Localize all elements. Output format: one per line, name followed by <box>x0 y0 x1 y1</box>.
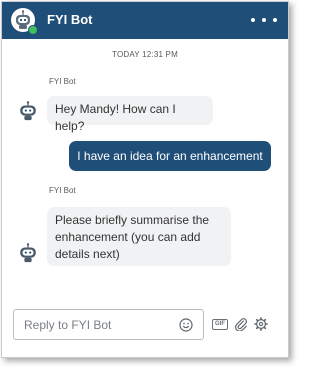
online-status-dot <box>28 25 38 35</box>
user-message-bubble: I have an idea for an enhancement <box>69 141 271 171</box>
message-text-line: details next) <box>55 247 120 261</box>
robot-icon <box>20 101 36 121</box>
chat-header: FYI Bot <box>2 2 288 39</box>
bot-message-bubble: Please briefly summarise the enhancement… <box>47 207 231 266</box>
message-sender: FYI Bot <box>49 186 76 195</box>
more-options-button[interactable] <box>251 12 277 28</box>
message-text-line: Please briefly summarise the <box>55 213 210 227</box>
message-sender: FYI Bot <box>49 77 76 86</box>
message-timestamp: TODAY 12:31 PM <box>112 50 178 59</box>
bot-message-bubble: Hey Mandy! How can I help? <box>47 96 213 133</box>
gif-button[interactable]: GIF <box>212 319 228 330</box>
message-text: I have an idea for an enhancement <box>77 149 263 163</box>
message-text: Hey Mandy! How can I help? <box>55 102 176 133</box>
emoji-icon[interactable] <box>179 318 193 332</box>
chat-title: FYI Bot <box>47 12 93 27</box>
robot-icon <box>20 243 36 263</box>
chat-window: FYI Bot TODAY 12:31 PM FYI Bot Hey Mandy… <box>1 1 289 358</box>
paperclip-icon[interactable] <box>234 317 248 331</box>
reply-input[interactable] <box>24 316 174 334</box>
more-horizontal-icon <box>251 18 255 22</box>
message-text-line: enhancement (you can add <box>55 230 201 244</box>
reply-composer <box>13 309 204 340</box>
gear-icon[interactable] <box>254 317 268 331</box>
